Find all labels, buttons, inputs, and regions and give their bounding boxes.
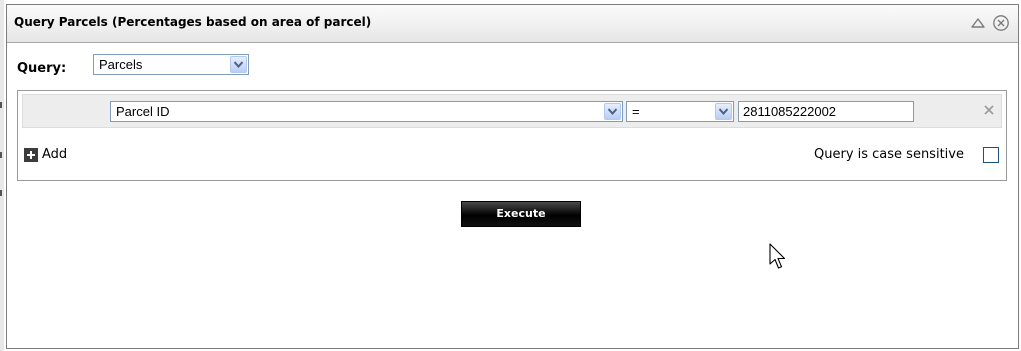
chevron-down-icon[interactable] bbox=[230, 56, 247, 73]
operator-select[interactable]: = bbox=[626, 101, 734, 122]
add-criteria-button[interactable]: Add bbox=[42, 147, 67, 162]
field-value: Parcel ID bbox=[116, 104, 170, 119]
criteria-row: Parcel ID = bbox=[22, 94, 1002, 128]
chevron-down-icon[interactable] bbox=[604, 103, 621, 120]
query-panel: Query Parcels (Percentages based on area… bbox=[6, 4, 1019, 349]
panel-title: Query Parcels (Percentages based on area… bbox=[14, 15, 372, 29]
query-label: Query: bbox=[17, 61, 67, 76]
left-window-edge bbox=[0, 0, 4, 351]
plus-icon[interactable] bbox=[24, 148, 38, 162]
query-layer-select[interactable]: Parcels bbox=[93, 54, 249, 75]
operator-value: = bbox=[632, 104, 640, 119]
panel-titlebar: Query Parcels (Percentages based on area… bbox=[7, 5, 1018, 43]
close-icon[interactable] bbox=[992, 14, 1010, 32]
mouse-cursor-icon bbox=[769, 243, 787, 275]
value-input[interactable] bbox=[738, 101, 914, 122]
case-sensitive-label: Query is case sensitive bbox=[814, 147, 964, 162]
close-x-icon[interactable] bbox=[982, 103, 996, 117]
collapse-icon[interactable] bbox=[969, 14, 987, 32]
execute-button[interactable]: Execute bbox=[461, 201, 581, 227]
criteria-box: Parcel ID = Add Query is c bbox=[17, 90, 1007, 181]
chevron-down-icon[interactable] bbox=[715, 103, 732, 120]
case-sensitive-checkbox[interactable] bbox=[983, 147, 999, 163]
query-layer-value: Parcels bbox=[99, 57, 143, 72]
field-select[interactable]: Parcel ID bbox=[110, 101, 623, 122]
